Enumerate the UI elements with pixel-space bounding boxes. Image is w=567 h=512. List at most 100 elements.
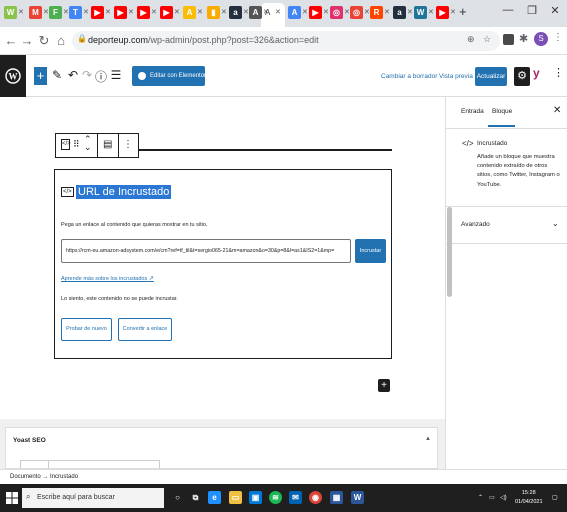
close-tab-icon[interactable]: ✕ [174,8,180,16]
address-bar[interactable]: 🔒 deporteup.com/wp-admin/post.php?post=3… [72,31,500,51]
close-tab-icon[interactable]: ✕ [197,8,203,16]
star-icon[interactable]: ☆ [483,34,491,45]
close-tab-icon[interactable]: ✕ [428,8,434,16]
close-tab-icon[interactable]: ✕ [364,8,370,16]
tab-favicon-icon[interactable]: ▶ [91,6,104,19]
back-icon[interactable]: ← [3,33,19,48]
info-icon[interactable]: ⓘ [94,68,108,85]
file-explorer-icon[interactable]: ▭ [229,491,242,504]
close-tab-icon[interactable]: ✕ [243,8,249,16]
tab-favicon-icon[interactable]: ▶ [137,6,150,19]
close-tab-icon[interactable]: ✕ [407,8,413,16]
learn-more-link[interactable]: Aprende más sobre los incrustados ↗ [61,275,154,282]
tab-favicon-icon[interactable]: W [414,6,427,19]
try-again-button[interactable]: Probar de nuevo [61,318,112,341]
close-tab-icon[interactable]: ✕ [450,8,456,16]
close-tab-icon[interactable]: ✕ [384,8,390,16]
embed-submit-button[interactable]: Incrustar [355,239,386,263]
close-tab-icon[interactable]: ✕ [128,8,134,16]
store-icon[interactable]: ▣ [249,491,262,504]
reload-icon[interactable]: ↻ [36,33,52,49]
close-tab-icon[interactable]: ✕ [344,8,350,16]
zoom-icon[interactable]: ⊕ [467,34,475,45]
options-kebab-icon[interactable]: ⋮ [553,66,564,79]
block-options-icon[interactable]: ⋮ [123,139,133,150]
tab-favicon-icon[interactable]: ◎ [350,6,363,19]
word-icon[interactable]: W [351,491,364,504]
embed-block-icon[interactable]: </> [61,139,71,150]
block-inserter-button[interactable]: + [378,379,390,392]
mail-icon[interactable]: ✉ [289,491,302,504]
close-tab-icon[interactable]: ✕ [151,8,157,16]
profile-avatar[interactable]: S [534,32,548,46]
add-block-button[interactable]: + [34,67,47,85]
redo-icon[interactable]: ↷ [80,68,94,82]
close-tab-icon[interactable]: ✕ [83,8,89,16]
home-icon[interactable]: ⌂ [53,33,69,48]
tab-favicon-icon[interactable]: ◎ [330,6,343,19]
tab-block[interactable]: Bloque [492,108,512,115]
chrome-icon[interactable]: ◉ [309,491,322,504]
edit-with-elementor-button[interactable]: Editar con Elementor [132,66,206,86]
convert-to-link-button[interactable]: Convertir a enlace [118,318,172,341]
close-tab-icon[interactable]: ✕ [221,8,227,16]
maximize-button[interactable]: ❐ [520,4,544,17]
forward-icon[interactable]: → [19,33,35,48]
tab-favicon-icon[interactable]: ▶ [114,6,127,19]
extension-icon[interactable] [503,34,514,45]
collapse-caret-icon[interactable]: ▲ [425,436,431,442]
cortana-icon[interactable]: ○ [171,491,184,504]
lock-icon[interactable]: 🔒 [77,34,87,43]
notification-icon[interactable]: ▢ [552,494,558,501]
tab-favicon-icon[interactable]: F [49,6,62,19]
tab-favicon-icon[interactable]: A [249,6,262,19]
chevron-down-icon[interactable]: ⌄ [552,219,559,228]
tab-favicon-icon[interactable]: a [229,6,242,19]
move-up-down-icon[interactable]: ⌃ ⌄ [84,135,92,152]
list-view-icon[interactable]: ☰ [109,68,123,82]
tab-favicon-icon[interactable]: ▮ [207,6,220,19]
volume-icon[interactable]: ◁) [500,494,507,501]
embed-url-input[interactable]: https://rcm-eu.amazon-adsystem.com/e/cm?… [61,239,351,263]
app-icon[interactable]: ▦ [330,491,343,504]
breadcrumb-current[interactable]: Incrustado [50,474,78,480]
embed-placeholder[interactable]: </> URL de Incrustado Pega un enlace al … [54,169,392,359]
close-tab-icon[interactable]: ✕ [105,8,111,16]
tab-favicon-icon[interactable]: R [370,6,383,19]
close-tab-icon[interactable]: ✕ [18,8,24,16]
align-icon[interactable]: ▤ [103,139,112,150]
tab-favicon-icon[interactable]: A [183,6,196,19]
tab-favicon-icon[interactable]: ▶ [309,6,322,19]
puzzle-icon[interactable]: ✱ [519,32,528,45]
taskbar-clock[interactable]: 15:28 01/04/2021 [515,489,543,507]
close-tab-icon[interactable]: ✕ [63,8,69,16]
scrollbar-thumb[interactable] [447,207,452,297]
close-tab-icon[interactable]: ✕ [302,8,308,16]
tab-favicon-icon[interactable]: ▶ [160,6,173,19]
menu-kebab-icon[interactable]: ⋮ [553,32,563,43]
minimize-button[interactable]: — [496,4,520,16]
drag-handle-icon[interactable]: ⠿ [73,139,80,150]
network-icon[interactable]: ▭ [489,494,495,501]
close-tab-icon[interactable]: ✕ [43,8,49,16]
close-window-button[interactable]: ✕ [543,4,567,17]
close-tab-icon[interactable]: ✕ [263,8,269,16]
tab-favicon-icon[interactable]: M [29,6,42,19]
tray-chevron-icon[interactable]: ⌃ [478,494,483,501]
close-tab-icon[interactable]: ✕ [323,8,329,16]
new-tab-button[interactable]: + [459,4,467,19]
tab-favicon-icon[interactable]: T [69,6,82,19]
update-button[interactable]: Actualizar [475,67,507,86]
tab-favicon-icon[interactable]: ▶ [436,6,449,19]
tools-pencil-icon[interactable]: ✎ [50,68,64,82]
settings-gear-icon[interactable]: ⚙ [514,67,530,86]
spotify-icon[interactable]: ≋ [269,491,282,504]
close-tab-icon[interactable]: ✕ [275,8,281,16]
advanced-panel-toggle[interactable]: Avanzado [461,221,490,228]
wordpress-logo-icon[interactable]: W [0,55,26,97]
close-sidebar-icon[interactable]: ✕ [553,105,561,116]
edge-icon[interactable]: e [208,491,221,504]
taskbar-search-box[interactable]: ⌕ Escribe aquí para buscar [22,488,164,508]
tab-favicon-icon[interactable]: A [288,6,301,19]
separator-block[interactable] [139,149,392,151]
